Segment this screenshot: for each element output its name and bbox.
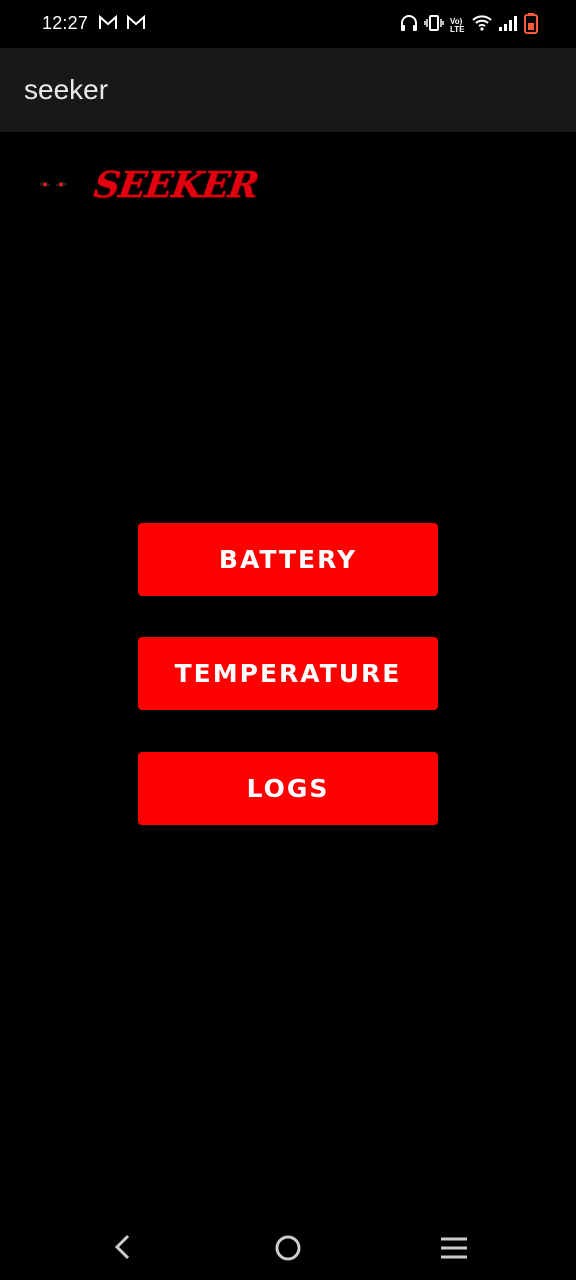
seeker-logo: SEEKER [36, 164, 260, 212]
app-title: seeker [24, 74, 109, 105]
back-icon[interactable] [110, 1234, 136, 1265]
battery-button[interactable]: BATTERY [138, 523, 438, 596]
signal-icon [498, 14, 518, 37]
home-icon[interactable] [274, 1234, 302, 1267]
wifi-icon [472, 14, 492, 37]
navigation-bar [0, 1210, 576, 1280]
volte-icon: Vo) LTE [450, 16, 465, 34]
temperature-button[interactable]: TEMPERATURE [138, 637, 438, 710]
eyes-icon [36, 178, 70, 197]
status-bar: 12:27 Vo) LTE [0, 0, 576, 48]
menu-icon[interactable] [440, 1236, 468, 1265]
gmail-icon [126, 14, 146, 36]
logo-text: SEEKER [91, 164, 261, 206]
headphones-icon [400, 14, 418, 37]
battery-low-icon [524, 12, 538, 39]
status-time: 12:27 [42, 13, 89, 33]
logs-button[interactable]: LOGS [138, 752, 438, 825]
app-bar: seeker [0, 48, 576, 132]
vibrate-icon [424, 14, 444, 37]
gmail-icon [98, 14, 118, 36]
